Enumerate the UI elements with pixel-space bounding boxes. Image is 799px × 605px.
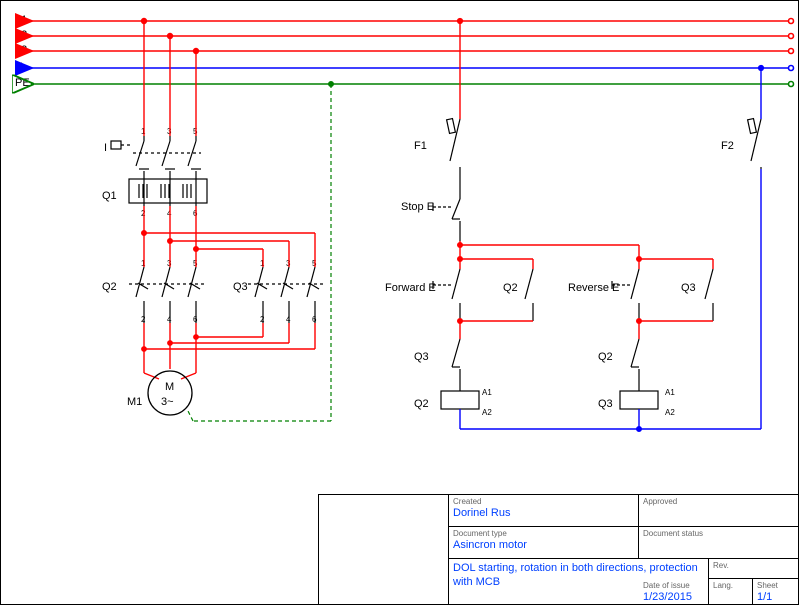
tb-doctype: Document type Asincron motor <box>449 527 639 559</box>
tb-lang: Lang. <box>709 579 753 605</box>
schematic-canvas: L1 L2 L3 N PE I Q1 Q2 Q3 M1 M 3~ 1 3 5 2… <box>0 0 799 605</box>
tb-logo-cell <box>319 495 449 605</box>
tb-date: Date of issue 1/23/2015 <box>639 579 709 605</box>
tb-rev: Rev. <box>709 559 799 579</box>
tb-created: Created Dorinel Rus <box>449 495 639 527</box>
tb-approved: Approved <box>639 495 799 527</box>
tb-docstatus: Document status <box>639 527 799 559</box>
titleblock: Created Dorinel Rus Approved Document ty… <box>318 494 798 604</box>
tb-sheet: Sheet 1/1 <box>753 579 799 605</box>
